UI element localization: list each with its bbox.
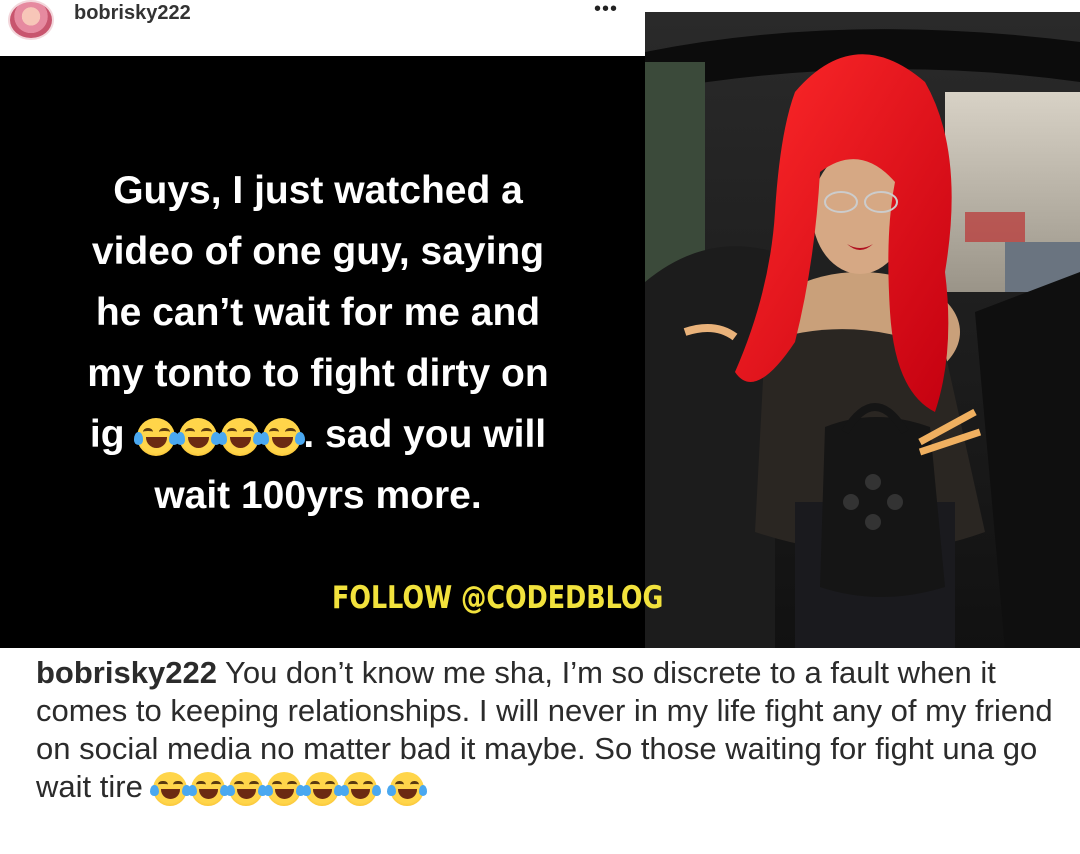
post-caption: bobrisky222 You don’t know me sha, I’m s… [36,654,1056,806]
emoji-group [133,413,306,456]
laughing-emoji-icon [150,771,191,806]
quote-line: ig [89,413,125,456]
laughing-emoji-icon [302,771,343,806]
quote-line: Guys, I just watched a [113,169,523,212]
laughing-emoji-icon [217,417,264,456]
laughing-emoji-icon [226,771,267,806]
laughing-emoji-icon [175,417,222,456]
quote-line: he can’t wait for me and [95,291,541,334]
more-options-icon[interactable]: ••• [594,0,618,21]
laughing-emoji-icon [133,417,180,456]
watermark: FOLLOW @CODEDBLOG [332,580,664,616]
quote-line: video of one guy, saying [91,230,545,273]
laughing-emoji-icon [264,771,305,806]
header-username[interactable]: bobrisky222 [74,2,191,25]
laughing-emoji-icon [340,771,381,806]
laughing-emoji-icon [188,771,229,806]
quote-text: Guys, I just watched a video of one guy,… [18,160,618,526]
laughing-emoji-icon [386,771,428,806]
quote-line: . sad you will [303,413,547,456]
post-header: bobrisky222 ••• [0,0,640,56]
post-photo [645,12,1080,648]
quote-line: my tonto to fight dirty on [87,352,549,395]
quote-line: wait 100yrs more. [154,474,482,517]
avatar[interactable] [8,0,54,40]
caption-username[interactable]: bobrisky222 [36,655,217,690]
laughing-emoji-icon [259,417,306,456]
